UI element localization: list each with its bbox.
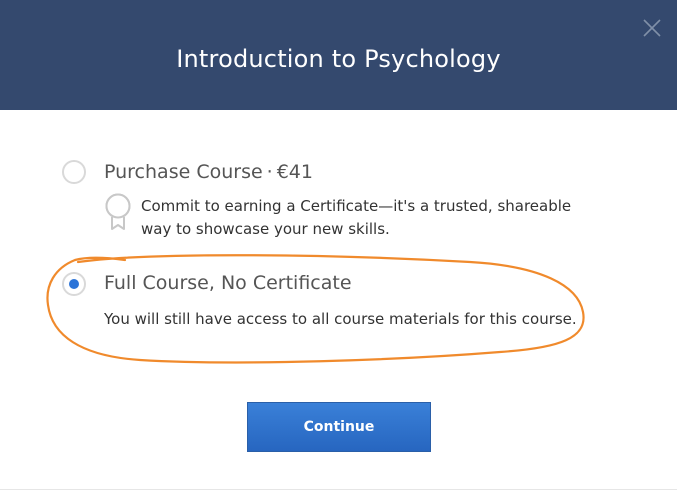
full-course-radio[interactable]: [62, 272, 86, 296]
price-separator: ·: [266, 161, 273, 183]
purchase-course-title: Purchase Course · €41: [104, 160, 313, 184]
purchase-course-label: Purchase Course: [104, 161, 263, 183]
certificate-icon: [105, 193, 131, 230]
continue-button[interactable]: Continue: [247, 402, 431, 452]
close-button[interactable]: [641, 17, 663, 39]
close-icon: [643, 19, 661, 37]
page-title: Introduction to Psychology: [176, 45, 501, 73]
bottom-divider: [0, 489, 677, 490]
purchase-course-radio[interactable]: [62, 160, 86, 184]
enrollment-modal: Introduction to Psychology Purchase Cour…: [0, 0, 677, 493]
full-course-description: You will still have access to all course…: [104, 310, 577, 328]
full-course-title: Full Course, No Certificate: [104, 272, 352, 294]
course-price: €41: [276, 161, 313, 183]
purchase-course-description: Commit to earning a Certificate—it's a t…: [141, 197, 572, 238]
modal-header: Introduction to Psychology: [0, 0, 677, 110]
